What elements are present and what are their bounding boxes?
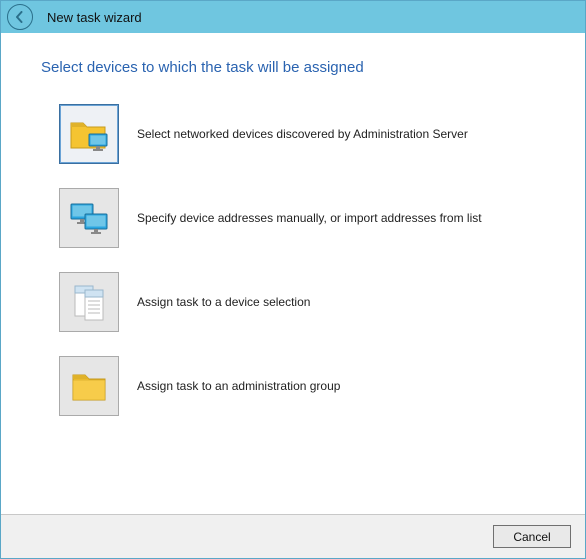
option-list: Select networked devices discovered by A… bbox=[41, 104, 557, 416]
option-device-selection[interactable]: Assign task to a device selection bbox=[59, 272, 557, 332]
folder-monitor-icon bbox=[59, 104, 119, 164]
back-arrow-icon bbox=[14, 11, 26, 23]
footer: Cancel bbox=[1, 514, 585, 558]
titlebar: New task wizard bbox=[1, 1, 585, 33]
back-button[interactable] bbox=[7, 4, 33, 30]
option-label: Specify device addresses manually, or im… bbox=[137, 211, 482, 225]
page-heading: Select devices to which the task will be… bbox=[41, 59, 557, 76]
two-monitors-icon bbox=[59, 188, 119, 248]
option-label: Assign task to a device selection bbox=[137, 295, 310, 309]
content-area: Select devices to which the task will be… bbox=[1, 33, 585, 514]
option-manual-addresses[interactable]: Specify device addresses manually, or im… bbox=[59, 188, 557, 248]
option-label: Select networked devices discovered by A… bbox=[137, 127, 468, 141]
option-admin-group[interactable]: Assign task to an administration group bbox=[59, 356, 557, 416]
wizard-window: New task wizard Select devices to which … bbox=[0, 0, 586, 559]
window-title: New task wizard bbox=[47, 10, 142, 25]
option-networked-devices[interactable]: Select networked devices discovered by A… bbox=[59, 104, 557, 164]
document-list-icon bbox=[59, 272, 119, 332]
folder-icon bbox=[59, 356, 119, 416]
cancel-button[interactable]: Cancel bbox=[493, 525, 571, 548]
option-label: Assign task to an administration group bbox=[137, 379, 340, 393]
